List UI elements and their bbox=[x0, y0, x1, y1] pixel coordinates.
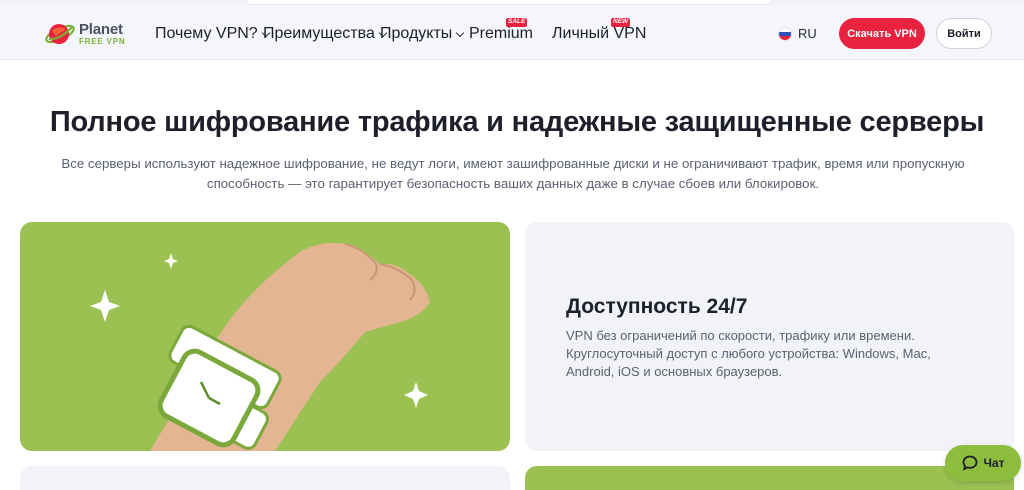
nav-personal-vpn[interactable]: Личный VPN NEW bbox=[552, 18, 647, 43]
nav-advantages[interactable]: Преимущества bbox=[263, 25, 388, 43]
nav-premium[interactable]: Premium SALE bbox=[469, 18, 534, 43]
chat-bubble-icon bbox=[962, 455, 977, 471]
page-subtitle: Все серверы используют надежное шифрован… bbox=[61, 156, 965, 191]
feature-card-availability: Доступность 24/7 VPN без ограничений по … bbox=[525, 222, 1014, 451]
page-title: Полное шифрование трафика и надежные защ… bbox=[49, 106, 985, 138]
planet-logo-icon bbox=[44, 19, 76, 49]
sparkle-icon bbox=[164, 253, 178, 269]
brand-tagline: FREE VPN bbox=[79, 37, 126, 46]
sparkle-icon bbox=[404, 382, 428, 408]
nav-advantages-label: Преимущества bbox=[263, 25, 375, 42]
wristwatch-hand-illustration bbox=[90, 243, 430, 451]
chat-label: Чат bbox=[983, 456, 1005, 470]
nav-why-vpn[interactable]: Почему VPN? bbox=[155, 25, 270, 43]
brand-name: Planet bbox=[79, 21, 123, 38]
site-header: Planet FREE VPN Почему VPN? Преимущества… bbox=[0, 5, 1024, 60]
chevron-down-icon bbox=[456, 28, 465, 37]
nav-products[interactable]: Продукты bbox=[380, 25, 465, 43]
brand-wordmark: Planet FREE VPN bbox=[79, 22, 125, 46]
russia-flag-icon bbox=[778, 26, 792, 41]
new-badge: NEW bbox=[611, 18, 631, 27]
nav-premium-label: Premium bbox=[469, 25, 534, 42]
language-selector[interactable]: RU bbox=[778, 26, 817, 41]
chat-button[interactable]: Чат bbox=[945, 445, 1021, 481]
feature-image-card bbox=[20, 222, 510, 451]
sparkle-icon bbox=[90, 290, 120, 322]
brand-logo[interactable]: Planet FREE VPN bbox=[44, 19, 128, 49]
language-label: RU bbox=[798, 26, 817, 41]
nav-personal-vpn-label: Личный VPN bbox=[552, 25, 647, 42]
login-button[interactable]: Войти bbox=[936, 18, 992, 49]
next-feature-card-left bbox=[20, 466, 510, 490]
next-feature-card-right bbox=[525, 466, 1014, 490]
sale-badge: SALE bbox=[506, 18, 528, 27]
nav-products-label: Продукты bbox=[380, 25, 453, 42]
feature-description: VPN без ограничений по скорости, трафику… bbox=[566, 328, 931, 379]
download-vpn-button[interactable]: Скачать VPN bbox=[839, 18, 925, 49]
feature-title: Доступность 24/7 bbox=[566, 295, 748, 318]
nav-why-vpn-label: Почему VPN? bbox=[155, 25, 258, 42]
